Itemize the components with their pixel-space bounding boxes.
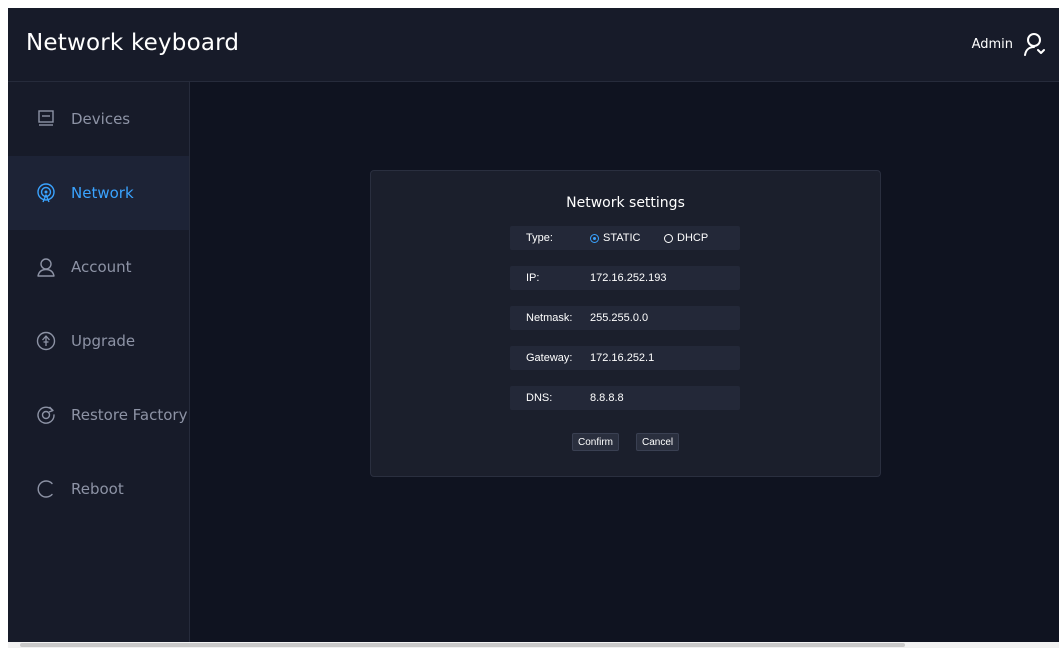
- gateway-label: Gateway:: [526, 352, 573, 364]
- radio-checked-icon: [590, 233, 599, 243]
- type-row: Type: STATIC DHCP: [510, 226, 740, 250]
- scrollbar-thumb[interactable]: [20, 643, 905, 647]
- sidebar-item-network[interactable]: Network: [8, 156, 189, 230]
- user-icon[interactable]: [1023, 32, 1045, 56]
- confirm-button[interactable]: Confirm: [572, 433, 620, 451]
- type-label: Type:: [526, 232, 553, 244]
- ip-row: IP:: [510, 266, 740, 290]
- cancel-button[interactable]: Cancel: [636, 433, 680, 451]
- dialog-title: Network settings: [566, 195, 685, 211]
- account-icon: [37, 258, 55, 277]
- netmask-row: Netmask:: [510, 306, 740, 330]
- devices-icon: [38, 110, 54, 126]
- sidebar-item-account[interactable]: Account: [8, 230, 189, 304]
- sidebar-item-devices[interactable]: Devices: [8, 82, 189, 156]
- dns-input[interactable]: [590, 392, 730, 404]
- gateway-row: Gateway:: [510, 346, 740, 370]
- sidebar: Devices Network Account Upgrade Restore …: [8, 82, 190, 642]
- sidebar-item-label: Network: [71, 184, 134, 202]
- radio-unchecked-icon: [664, 233, 673, 243]
- radio-static-label: STATIC: [603, 232, 641, 244]
- upgrade-icon: [36, 331, 56, 351]
- horizontal-scrollbar[interactable]: [8, 642, 1059, 648]
- app-title: Network keyboard: [26, 30, 240, 56]
- sidebar-item-label: Restore Factory: [71, 406, 188, 424]
- user-name: Admin: [971, 36, 1013, 52]
- network-settings-dialog: Network settings Type: STATIC DHCP IP: N…: [370, 170, 881, 477]
- radio-dhcp[interactable]: DHCP: [664, 232, 708, 244]
- radio-static[interactable]: STATIC: [590, 232, 640, 244]
- app-window: Network keyboard Admin Devices Network A…: [8, 8, 1059, 642]
- sidebar-item-label: Account: [71, 258, 132, 276]
- header: Network keyboard Admin: [8, 8, 1059, 82]
- sidebar-item-label: Reboot: [71, 480, 124, 498]
- network-icon: [37, 183, 55, 203]
- dns-row: DNS:: [510, 386, 740, 410]
- restore-factory-icon: [37, 406, 55, 424]
- ip-input[interactable]: [590, 272, 730, 284]
- reboot-icon: [37, 480, 53, 498]
- sidebar-item-upgrade[interactable]: Upgrade: [8, 304, 189, 378]
- sidebar-item-reboot[interactable]: Reboot: [8, 452, 189, 526]
- netmask-label: Netmask:: [526, 312, 573, 324]
- dns-label: DNS:: [526, 392, 553, 404]
- sidebar-item-label: Devices: [71, 110, 131, 128]
- radio-dhcp-label: DHCP: [677, 232, 709, 244]
- sidebar-item-restore-factory[interactable]: Restore Factory: [8, 378, 189, 452]
- ip-label: IP:: [526, 272, 540, 284]
- user-menu[interactable]: Admin: [972, 32, 1045, 56]
- sidebar-item-label: Upgrade: [71, 332, 136, 350]
- netmask-input[interactable]: [590, 312, 730, 324]
- gateway-input[interactable]: [590, 352, 730, 364]
